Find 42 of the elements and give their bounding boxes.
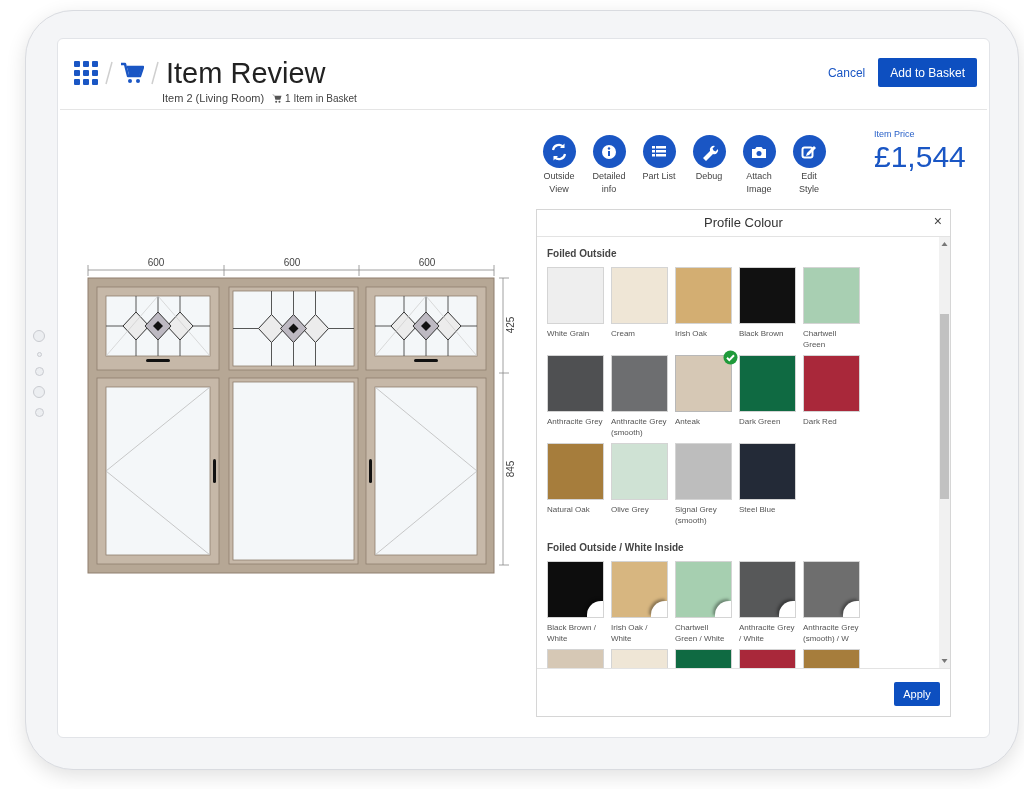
swatch-label: Black Brown / White [547, 622, 597, 644]
section-heading: Foiled Outside / White Inside [547, 541, 685, 555]
action-label: Outside View [543, 170, 575, 196]
add-to-basket-button[interactable]: Add to Basket [878, 58, 977, 87]
panel-title: Profile Colour [704, 214, 783, 233]
action-label: Part List [642, 170, 676, 183]
action-label: Attach Image [746, 170, 772, 196]
action-label: Debug [695, 170, 723, 183]
swatch-label: Signal Grey (smooth) [675, 504, 718, 526]
action-label: Detailed info [592, 170, 626, 196]
swatch-label: Anthracite Grey / White [739, 622, 795, 644]
swatch-label: Black Brown [739, 328, 785, 339]
section-heading: Foiled Outside [547, 247, 618, 261]
item-price: £1,544 [874, 141, 966, 172]
swatch-label: Dark Green [739, 416, 782, 427]
swatch-label: Irish Oak / White [611, 622, 649, 644]
swatch-label: Anthracite Grey (smooth) / W [803, 622, 859, 644]
swatch-label: Chartwell Green [803, 328, 838, 350]
swatch-label: White Grain [547, 328, 591, 339]
swatch-label: Steel Blue [739, 504, 777, 515]
page-title: Item Review [166, 58, 326, 88]
swatch-label: Anteak [675, 416, 701, 427]
cancel-link[interactable]: Cancel [827, 63, 866, 82]
width-dimension: 600 [283, 257, 301, 268]
swatch-label: Anthracite Grey [547, 416, 603, 427]
swatch-label: Cream [611, 328, 636, 339]
height-dimension: 845 [505, 460, 516, 478]
swatch-label: Anthracite Grey (smooth) [611, 416, 667, 438]
item-subtitle: Item 2 (Living Room) [162, 91, 265, 106]
basket-count: 1 Item in Basket [285, 91, 357, 106]
height-dimension: 425 [505, 316, 516, 334]
close-button[interactable]: × [933, 214, 942, 228]
swatch-label: Olive Grey [611, 504, 650, 515]
swatch-label: Irish Oak [675, 328, 708, 339]
swatch-label: Chartwell Green / White [675, 622, 726, 644]
action-label: Edit Style [799, 170, 819, 196]
width-dimension: 600 [147, 257, 165, 268]
item-price-label: Item Price [874, 128, 916, 141]
apply-button[interactable]: Apply [894, 682, 940, 706]
swatch-label: Dark Red [803, 416, 838, 427]
swatch-label: Natural Oak [547, 504, 591, 515]
width-dimension: 600 [418, 257, 436, 268]
